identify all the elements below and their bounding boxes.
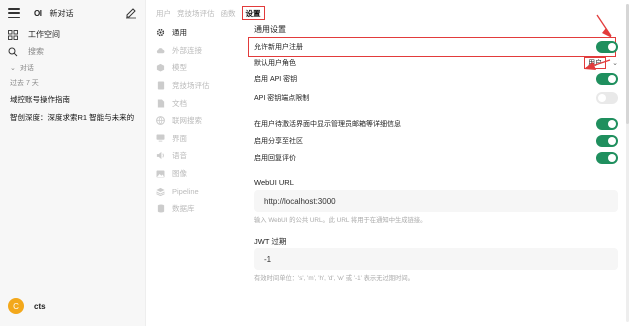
gear-icon [156,28,165,37]
settings-nav-evaluations[interactable]: 竞技场评估 [156,77,246,95]
grid-icon [8,29,18,40]
setting-row-api-endpoint-limit: API 密钥端点限制 [254,90,618,106]
sidebar: OI 新对话 工作空间 搜索 ⌄ 对话 过去 7 天 域控账号操作指南 智创深度… [0,0,146,326]
settings-nav-database[interactable]: 数据库 [156,200,246,218]
default-role-value: 用户 [584,57,607,69]
new-chat-button[interactable]: 新对话 [49,8,125,19]
webui-url-hint: 输入 WebUI 的公共 URL。此 URL 将用于在通知中生成链接。 [254,217,427,224]
jwt-expiry-label: JWT 过期 [254,237,287,246]
file-icon [156,99,165,108]
settings-nav-label: 数据库 [172,204,195,214]
monitor-icon [156,134,165,143]
settings-nav-label: 模型 [172,63,187,73]
app-logo: OI [34,8,42,18]
settings-nav-documents[interactable]: 文档 [156,94,246,112]
layers-icon [156,187,165,196]
settings-nav-web-search[interactable]: 联网搜索 [156,112,246,130]
setting-row-community-sharing: 启用分享至社区 [254,133,618,149]
settings-nav-label: 文档 [172,98,187,108]
settings-nav-label: 联网搜索 [172,116,202,126]
chats-section-label: 对话 [19,65,34,72]
jwt-expiry-input[interactable]: -1 [254,248,618,270]
avatar: C [8,298,24,314]
webui-url-label: WebUI URL [254,178,294,187]
settings-nav-label: 语音 [172,151,187,161]
cube-icon [156,63,165,73]
settings-nav-audio[interactable]: 语音 [156,147,246,165]
api-endpoint-limit-toggle[interactable] [596,92,618,104]
chats-section-header[interactable]: ⌄ 对话 [0,60,145,76]
setting-label: 启用分享至社区 [254,138,303,145]
edit-icon[interactable] [125,7,137,19]
scrollbar[interactable] [626,4,629,322]
settings-nav-images[interactable]: 图像 [156,165,246,183]
setting-row-show-admin-details: 在用户待激活界面中显示管理员邮箱等详细信息 [254,116,618,132]
tab-users[interactable]: 用户 [156,8,171,19]
setting-row-enable-signup: 允许新用户注册 [254,39,618,55]
message-rating-toggle[interactable] [596,152,618,164]
jwt-expiry-hint: 有效时间单位：'s', 'm', 'h', 'd', 'w' 或 '-1' 表示… [254,275,414,282]
user-name: cts [34,301,46,311]
globe-icon [156,116,165,126]
enable-signup-toggle[interactable] [596,41,618,53]
settings-nav-models[interactable]: 模型 [156,59,246,77]
chevron-down-icon: ⌄ [612,60,618,67]
chat-period-label: 过去 7 天 [10,80,39,87]
setting-label: 启用回复评价 [254,155,296,162]
settings-nav-connections[interactable]: 外部连接 [156,42,246,60]
sidebar-item-label: 工作空间 [28,30,60,39]
jwt-expiry-value: -1 [264,254,272,264]
webui-url-value: http://localhost:3000 [264,196,336,206]
settings-nav-label: 通用 [172,28,187,38]
settings-content: 通用设置 允许新用户注册 默认用户角色 用户 ⌄ 启用 API 密钥 API 密… [248,0,618,326]
search-input[interactable]: 搜索 [0,43,145,60]
setting-label: 在用户待激活界面中显示管理员邮箱等详细信息 [254,121,401,128]
user-menu[interactable]: C cts [8,298,46,314]
settings-nav-label: 界面 [172,133,187,143]
settings-nav-pipelines[interactable]: Pipeline [156,182,246,200]
chat-list-item[interactable]: 域控账号操作指南 [0,90,145,108]
settings-nav-label: 竞技场评估 [172,81,210,91]
setting-label: 默认用户角色 [254,60,296,67]
search-placeholder: 搜索 [28,47,44,56]
page-title: 通用设置 [254,25,286,34]
settings-nav: 通用 外部连接 模型 竞技场评估 文档 联网搜索 界面 语音 图像 Pipeli… [156,24,246,218]
tab-functions[interactable]: 函数 [221,8,236,19]
setting-row-message-rating: 启用回复评价 [254,150,618,166]
search-icon [8,47,18,56]
community-sharing-toggle[interactable] [596,135,618,147]
database-icon [156,204,165,213]
setting-label: 允许新用户注册 [254,44,303,51]
sidebar-item-workspace[interactable]: 工作空间 [0,26,145,43]
menu-icon[interactable] [8,8,20,18]
speaker-icon [156,151,165,160]
document-icon [156,81,165,90]
setting-label: API 密钥端点限制 [254,95,310,102]
image-icon [156,169,165,178]
webui-url-input[interactable]: http://localhost:3000 [254,190,618,212]
sidebar-header: OI 新对话 [0,0,145,26]
setting-row-default-role: 默认用户角色 用户 ⌄ [254,55,618,71]
settings-nav-interface[interactable]: 界面 [156,130,246,148]
setting-label: 启用 API 密钥 [254,76,298,83]
show-admin-details-toggle[interactable] [596,118,618,130]
settings-nav-general[interactable]: 通用 [156,24,246,42]
settings-nav-label: 图像 [172,169,187,179]
enable-api-key-toggle[interactable] [596,73,618,85]
chevron-down-icon: ⌄ [10,65,16,72]
default-role-select[interactable]: 用户 ⌄ [584,57,618,69]
cloud-icon [156,46,165,55]
scrollbar-thumb[interactable] [626,4,629,124]
chat-list-item[interactable]: 智创深度：深度求索R1 智能与未来的 [0,108,145,126]
tab-arena-evaluation[interactable]: 竞技场评估 [177,8,215,19]
settings-nav-label: 外部连接 [172,45,202,55]
settings-nav-label: Pipeline [172,186,199,196]
setting-row-enable-api-key: 启用 API 密钥 [254,71,618,87]
